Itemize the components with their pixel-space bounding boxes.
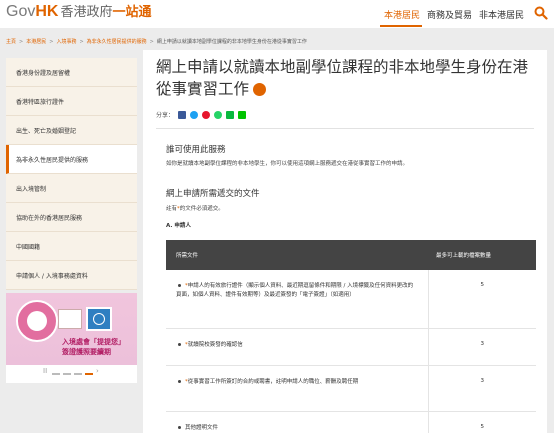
column-header-max-files: 最多可上載的檔案數量 xyxy=(428,240,536,270)
breadcrumb-non-permanent[interactable]: 為非永久性居民提供的服務 xyxy=(87,39,147,45)
facebook-icon[interactable] xyxy=(178,110,187,119)
twitter-icon[interactable] xyxy=(190,110,199,119)
share-bar: 分享： xyxy=(156,110,247,119)
main-content: 網上申請以就讀本地副學位課程的非本地學生身份在港從事實習工作 分享： 誰可使用此… xyxy=(143,50,547,433)
sidebar-item-immigration-control[interactable]: 出入境管制 xyxy=(6,174,137,203)
nav-residents[interactable]: 本港居民 xyxy=(384,8,420,21)
table-row: *從事實習工作所簽訂的合約或聘書，註明申請人的職位、薪酬及聘任期 3 xyxy=(166,365,536,412)
sidebar-item-assistance-abroad[interactable]: 協助在外的香港居民服務 xyxy=(6,203,137,232)
e-service-icon xyxy=(253,83,267,96)
required-docs-heading: 網上申請所需遞交的文件 xyxy=(166,189,260,199)
line-icon[interactable] xyxy=(238,110,247,119)
pager-dot[interactable] xyxy=(63,373,71,375)
sidebar-item-data-access[interactable]: 申請個人 / 入境事務處資料 xyxy=(6,261,137,290)
next-icon[interactable]: › xyxy=(96,367,99,375)
breadcrumb-residents[interactable]: 本港居民 xyxy=(26,39,46,45)
required-note: 註有*的文件必須遞交。 xyxy=(166,206,224,212)
pager-dot[interactable] xyxy=(74,373,82,375)
sidebar-item-chinese-nationality[interactable]: 中國國籍 xyxy=(6,232,137,261)
page-title: 網上申請以就讀本地副學位課程的非本地學生身份在港從事實習工作 xyxy=(156,58,529,98)
breadcrumb: 主頁 > 本港居民 > 入境事務 > 為非永久性居民提供的服務 > 網上申請以就讀本地副學位課程… xyxy=(6,39,307,45)
table-row: *申請人的有效旅行證件（顯示個人資料、最近期逗留條件和期限 / 入境標籤及任何資… xyxy=(166,270,536,329)
table-row: *就讀院校簽發的確認信 3 xyxy=(166,328,536,366)
whatsapp-icon[interactable] xyxy=(214,110,223,119)
sidebar-item-registration[interactable]: 出生、死亡及婚姻登記 xyxy=(6,116,137,145)
nav-business-trade[interactable]: 商務及貿易 xyxy=(427,8,472,21)
banner-pager: II › xyxy=(6,365,137,383)
remind-you-badge-icon xyxy=(16,300,58,342)
wechat-icon[interactable] xyxy=(226,110,235,119)
visa-label-icon xyxy=(58,309,82,329)
breadcrumb-current: 網上申請以就讀本地副學位課程的非本地學生身份在港從事實習工作 xyxy=(156,39,307,45)
passport-icon xyxy=(86,307,112,331)
pause-icon[interactable]: II xyxy=(43,367,47,375)
pager-dot-active[interactable] xyxy=(85,373,93,375)
sidebar-item-hkid[interactable]: 香港身份證及居留權 xyxy=(6,58,137,87)
pager-dot[interactable] xyxy=(52,373,60,375)
who-can-use-text: 如你是就讀本地副學位課程的非本地學生，你可以使用這項網上服務遞交在港從事實習工作… xyxy=(166,161,409,167)
breadcrumb-home[interactable]: 主頁 xyxy=(6,39,16,45)
sidebar-item-travel-documents[interactable]: 香港特區旅行證件 xyxy=(6,87,137,116)
column-header-documents: 所需文件 xyxy=(166,240,428,270)
search-icon[interactable] xyxy=(534,6,548,20)
breadcrumb-immigration[interactable]: 入境事務 xyxy=(56,39,76,45)
site-header: GovHK 香港政府一站通 本港居民 商務及貿易 非本港居民 xyxy=(0,0,554,28)
sidebar-item-non-permanent-services[interactable]: 為非永久性居民提供的服務 xyxy=(6,145,137,174)
table-row: 其他證明文件 5 xyxy=(166,411,536,433)
weibo-icon[interactable] xyxy=(202,110,211,119)
sidebar: 香港身份證及居留權 香港特區旅行證件 出生、死亡及婚姻登記 為非永久性居民提供的… xyxy=(6,58,137,383)
nav-non-residents[interactable]: 非本港居民 xyxy=(479,8,524,21)
banner-caption: 入境處會「提提您」 簽證護照要續期 xyxy=(62,338,125,356)
table-header-row: 所需文件 最多可上載的檔案數量 xyxy=(166,240,536,270)
applicant-subheading: A. 申請人 xyxy=(166,223,191,229)
who-can-use-heading: 誰可使用此服務 xyxy=(166,145,226,155)
govhk-logo[interactable]: GovHK 香港政府一站通 xyxy=(6,2,151,22)
divider xyxy=(156,128,534,129)
documents-table: 所需文件 最多可上載的檔案數量 *申請人的有效旅行證件（顯示個人資料、最近期逗留… xyxy=(166,240,536,433)
promo-banner[interactable]: 入境處會「提提您」 簽證護照要續期 xyxy=(6,293,137,365)
nav-active-indicator xyxy=(380,25,422,27)
